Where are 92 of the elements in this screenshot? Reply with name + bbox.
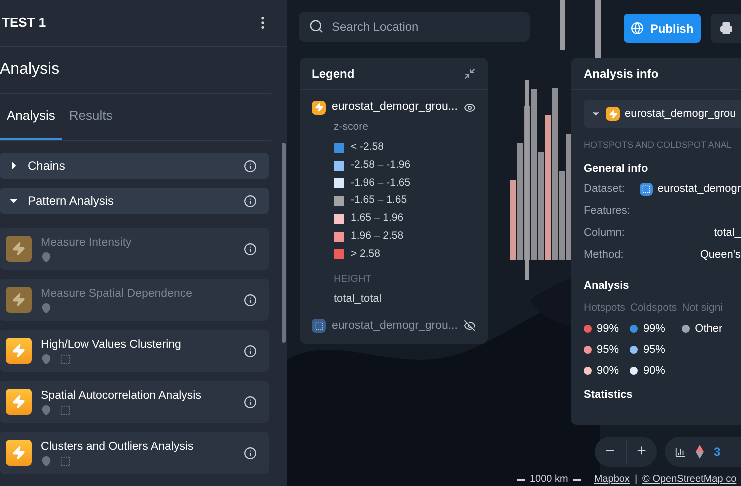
pin-icon [41,354,52,364]
pin-icon [41,404,52,416]
polygon-icon [60,456,71,466]
tool-name: Measure Intensity [41,236,133,250]
compass-button[interactable] [696,445,704,459]
class-label: -1.96 – -1.65 [351,176,411,190]
info-icon [244,446,257,460]
pin-icon [41,252,52,262]
tab[interactable]: Results [62,94,120,140]
class-label: 1.96 – 2.58 [351,228,404,244]
info-label: Features: [584,204,632,220]
info-icon [244,242,257,256]
tab[interactable]: Analysis [0,94,62,140]
class-label: > 2.58 [351,246,380,262]
column-heading: Hotspots [584,300,626,316]
class-label: < -2.58 [351,140,384,155]
tool-name: Measure Spatial Dependence [41,286,194,300]
polygon-icon [60,404,71,416]
separator: | [634,473,638,486]
scale-bar: 1000 km [517,472,582,486]
layer-name: eurostat_demogr_grou... [332,100,458,115]
globe-icon [631,22,644,35]
eye-off-icon[interactable] [464,320,476,332]
info-icon [244,194,257,208]
class-label: 1.65 – 1.96 [351,211,404,226]
polygon-icon [312,319,326,334]
confidence-label: 95% [597,342,620,358]
confidence-label: 99% [597,322,620,336]
search-field[interactable]: Search Location [299,12,530,42]
column-heading: Not signi [682,300,723,316]
section-heading: HOTSPOTS AND COLDSPOT ANAL [584,139,733,152]
info-value: eurostat_demogr [658,182,741,198]
confidence-label: 99% [643,322,666,336]
group-heading: General info [584,162,650,176]
bolt-icon [606,107,620,121]
accordion-header[interactable]: Chains [0,153,269,179]
bolt-icon [6,389,32,415]
polygon-icon [60,354,71,364]
info-label: Column: [584,226,626,242]
zoom-out-button[interactable]: − [595,440,626,464]
tool-card[interactable]: Clusters and Outliers Analysis [0,432,269,474]
search-icon [309,19,324,34]
collapse-button[interactable] [464,68,476,80]
confidence-label: 90% [643,364,666,378]
attribution-link[interactable]: © OpenStreetMap co [642,472,737,486]
pin-icon [41,456,52,466]
view-mode-button[interactable]: 3 [714,443,721,461]
eye-icon[interactable] [464,102,476,114]
bolt-icon [6,440,32,466]
info-icon [244,344,257,358]
project-title: TEST 1 [1,14,46,32]
accordion-header[interactable]: Pattern Analysis [0,188,269,214]
confidence-label: Other [695,322,723,336]
print-button[interactable] [711,14,741,43]
bolt-icon [6,287,32,313]
height-column: total_total [312,291,476,308]
scrollbar[interactable] [282,143,286,343]
pin-icon [41,302,52,314]
bolt-icon [6,236,32,262]
tool-name: Spatial Autocorrelation Analysis [41,388,202,402]
info-value: total_ [713,226,741,242]
legend-subtitle: HEIGHT [333,273,373,288]
info-label: Method: [584,248,625,264]
layer-name: eurostat_demogr_grou... [332,318,458,334]
bolt-icon [6,338,32,364]
class-label: -2.58 – -1.96 [351,158,411,173]
tool-card[interactable]: Spatial Autocorrelation Analysis [0,381,269,423]
pitch-button[interactable] [675,446,686,458]
polygon-icon [640,183,653,196]
info-icon [244,160,257,172]
layer-dropdown[interactable]: eurostat_demogr_grou [584,100,741,128]
tool-name: Clusters and Outliers Analysis [41,440,195,454]
legend-title: Legend [312,66,355,82]
bolt-icon [312,100,326,115]
group-heading: Statistics [584,388,634,404]
zoom-in-button[interactable]: + [626,440,657,464]
tool-name: High/Low Values Clustering [41,338,182,352]
group-heading: Analysis [584,279,630,294]
panel-title: Analysis info [584,66,659,82]
info-value: Queen's [699,248,741,264]
info-label: Dataset: [584,182,626,198]
info-icon [244,396,257,408]
confidence-label: 90% [597,364,620,378]
confidence-label: 95% [643,342,666,358]
info-icon [244,294,257,306]
tool-card[interactable]: High/Low Values Clustering [0,330,269,372]
legend-subtitle: z-score [333,120,370,136]
class-label: -1.65 – 1.65 [351,193,408,208]
print-icon [720,22,732,35]
panel-title: Analysis [0,60,60,80]
column-heading: Coldspots [630,300,678,316]
attribution-link[interactable]: Mapbox [594,472,630,486]
